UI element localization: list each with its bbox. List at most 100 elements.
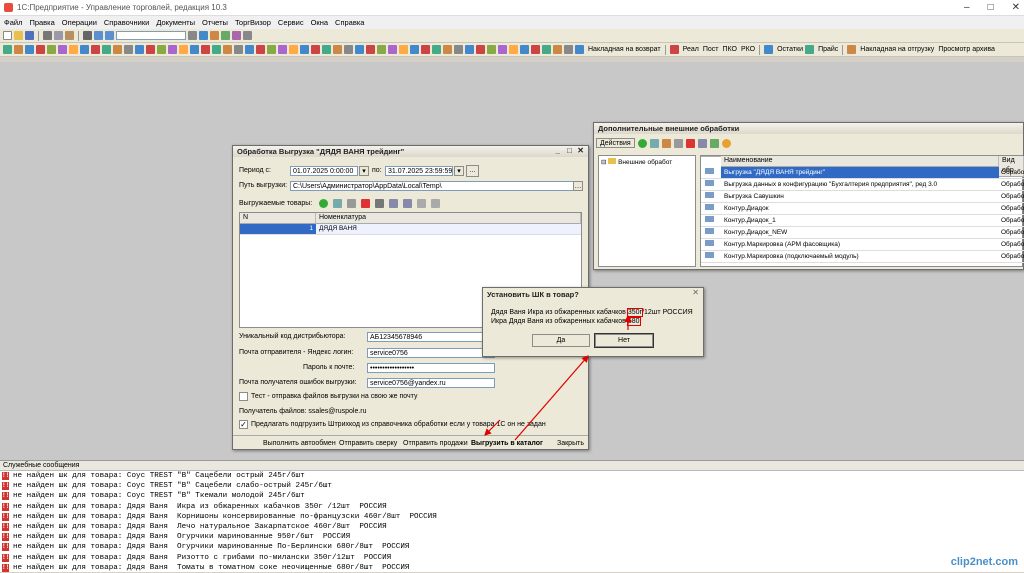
doc-icon[interactable] (311, 45, 320, 54)
price-icon[interactable] (805, 45, 815, 54)
copy-icon[interactable] (649, 138, 659, 148)
find-next-icon[interactable] (199, 31, 208, 40)
doc-icon[interactable] (432, 45, 441, 54)
search-input[interactable] (116, 31, 186, 40)
toolbar-rko[interactable]: РКО (741, 46, 755, 53)
doc-icon[interactable] (47, 45, 56, 54)
doc-icon[interactable] (168, 45, 177, 54)
add-icon[interactable] (319, 199, 328, 208)
doc-icon[interactable] (91, 45, 100, 54)
toolbar-shipment[interactable]: Накладная на отгрузку (860, 46, 934, 53)
barcode-checkbox[interactable]: ✓ (239, 420, 248, 429)
menu-help[interactable]: Справка (335, 18, 364, 27)
table-row-kind[interactable]: Обработ (999, 215, 1024, 227)
menu-reports[interactable]: Отчеты (202, 18, 228, 27)
toolbar-pko[interactable]: ПКО (722, 46, 736, 53)
minimize-icon[interactable]: – (964, 2, 970, 13)
bookmark-icon[interactable] (210, 31, 219, 40)
doc-icon[interactable] (201, 45, 210, 54)
copy-icon[interactable] (54, 31, 63, 40)
error-email-field[interactable]: service0756@yandex.ru (367, 378, 495, 388)
table-row-kind[interactable]: Обработ (999, 227, 1024, 239)
menu-operations[interactable]: Операции (62, 18, 97, 27)
maximize-icon[interactable]: □ (988, 2, 994, 13)
add-icon[interactable] (637, 138, 647, 148)
doc-icon[interactable] (443, 45, 452, 54)
menu-file[interactable]: Файл (4, 18, 22, 27)
doc-icon[interactable] (245, 45, 254, 54)
table-row-n[interactable]: 1 (240, 224, 316, 235)
save-icon[interactable] (25, 31, 34, 40)
table-row-kind[interactable]: Обработ (999, 179, 1024, 191)
table-row-name[interactable]: Выгрузка данных в конфигурацию "Бухгалте… (721, 179, 999, 191)
menu-documents[interactable]: Документы (156, 18, 195, 27)
path-select-button[interactable]: … (573, 181, 583, 191)
close-button[interactable]: Закрыть (557, 440, 584, 447)
doc-icon[interactable] (388, 45, 397, 54)
refresh-icon[interactable] (709, 138, 719, 148)
doc-icon[interactable] (234, 45, 243, 54)
doc-icon[interactable] (421, 45, 430, 54)
toolbar-price[interactable]: Прайс (818, 46, 838, 53)
doc-icon[interactable] (267, 45, 276, 54)
sort-desc-icon[interactable] (431, 199, 440, 208)
column-nomenclature[interactable]: Номенклатура (316, 213, 581, 224)
doc-icon[interactable] (289, 45, 298, 54)
table-row-name[interactable]: Контур.Диадок_NEW (721, 227, 999, 239)
help-icon[interactable] (721, 138, 731, 148)
sender-email-field[interactable]: service0756 (367, 348, 495, 358)
doc-icon[interactable] (333, 45, 342, 54)
doc-icon[interactable] (278, 45, 287, 54)
menu-edit[interactable]: Правка (29, 18, 54, 27)
doc-icon[interactable] (102, 45, 111, 54)
menu-service[interactable]: Сервис (278, 18, 304, 27)
stock-icon[interactable] (764, 45, 774, 54)
doc-icon[interactable] (377, 45, 386, 54)
autoexchange-button[interactable]: Выполнить автообмен (263, 440, 336, 447)
maximize-icon[interactable]: □ (567, 146, 572, 155)
export-catalog-button[interactable]: Выгрузить в каталог (471, 440, 543, 447)
test-checkbox[interactable] (239, 392, 248, 401)
table-row-name[interactable]: Контур.Маркировка (АРМ фасовщика) (721, 239, 999, 251)
doc-icon[interactable] (509, 45, 518, 54)
doc-icon[interactable] (190, 45, 199, 54)
doc-icon[interactable] (25, 45, 34, 54)
doc-icon[interactable] (113, 45, 122, 54)
doc-icon[interactable] (344, 45, 353, 54)
table-row-name[interactable]: ДЯДЯ ВАНЯ (316, 224, 581, 235)
toolbar-post[interactable]: Пост (703, 46, 719, 53)
no-button[interactable]: Нет (594, 333, 654, 348)
doc-icon[interactable] (58, 45, 67, 54)
doc-icon[interactable] (564, 45, 573, 54)
doc-icon[interactable] (542, 45, 551, 54)
toolbar-real[interactable]: Реал (683, 46, 699, 53)
copy-row-icon[interactable] (333, 199, 342, 208)
doc-icon[interactable] (212, 45, 221, 54)
doc-icon[interactable] (179, 45, 188, 54)
path-field[interactable]: C:\Users\Администратор\AppData\Local\Tem… (290, 181, 574, 191)
open-icon[interactable] (14, 31, 23, 40)
actions-menu[interactable]: Действия (596, 138, 635, 148)
table-row-kind[interactable]: Обработ (999, 239, 1024, 251)
paste-icon[interactable] (65, 31, 74, 40)
cut-icon[interactable] (43, 31, 52, 40)
table-row-kind[interactable]: Обработ (999, 167, 1024, 179)
print-icon[interactable] (83, 31, 92, 40)
close-icon[interactable]: ✕ (1012, 2, 1020, 13)
toolbar-stock[interactable]: Остатки (777, 46, 803, 53)
doc-icon[interactable] (14, 45, 23, 54)
doc-icon[interactable] (476, 45, 485, 54)
shipment-icon[interactable] (847, 45, 857, 54)
close-icon[interactable]: ✕ (692, 288, 699, 297)
doc-icon[interactable] (256, 45, 265, 54)
move-down-icon[interactable] (403, 199, 412, 208)
real-icon[interactable] (669, 45, 679, 54)
toolbar-archive[interactable]: Просмотр архива (938, 46, 995, 53)
doc-icon[interactable] (487, 45, 496, 54)
doc-icon[interactable] (80, 45, 89, 54)
edit-icon[interactable] (347, 199, 356, 208)
doc-icon[interactable] (399, 45, 408, 54)
tree-item[interactable]: ⊟ Внешние обработ (601, 158, 693, 168)
delete-icon[interactable] (361, 199, 370, 208)
doc-icon[interactable] (146, 45, 155, 54)
